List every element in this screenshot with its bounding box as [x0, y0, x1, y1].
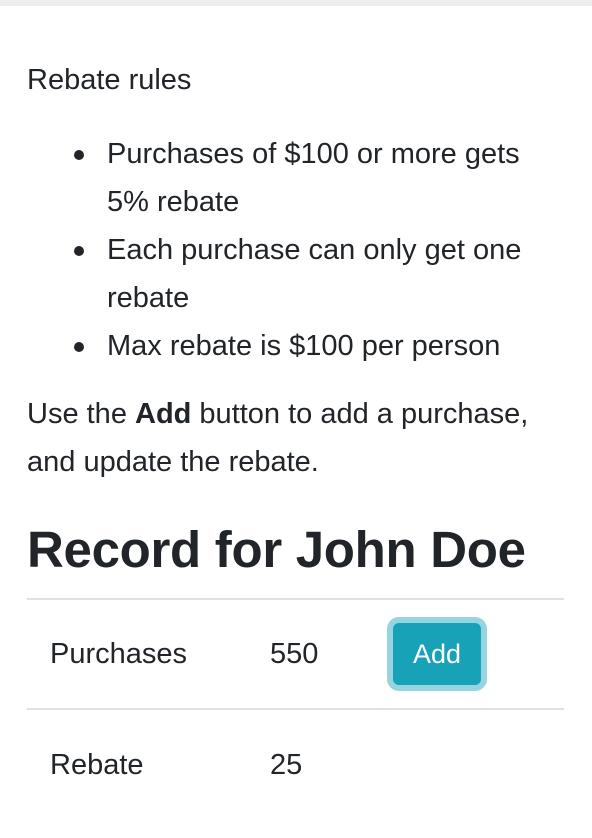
bullet-icon — [74, 150, 84, 160]
top-strip — [0, 0, 592, 6]
main-content: Rebate rules Purchases of $100 or more g… — [27, 58, 564, 820]
instruction-text: Use the Add button to add a purchase, an… — [27, 390, 564, 486]
bullet-icon — [74, 246, 84, 256]
rules-title: Rebate rules — [27, 64, 192, 96]
rule-text: Purchases of $100 or more gets 5% rebate — [107, 138, 520, 218]
rebate-label: Rebate — [50, 748, 144, 781]
purchases-row: Purchases 550 Add — [27, 600, 564, 710]
rule-item: Purchases of $100 or more gets 5% rebate — [74, 130, 564, 226]
rule-text: Each purchase can only get one rebate — [107, 234, 522, 314]
rule-item: Max rebate is $100 per person — [74, 322, 564, 370]
add-button[interactable]: Add — [393, 623, 481, 685]
rules-list: Purchases of $100 or more gets 5% rebate… — [27, 130, 564, 370]
purchases-label: Purchases — [50, 637, 188, 670]
rebate-row: Rebate 25 — [27, 710, 564, 820]
instruction-bold: Add — [135, 398, 192, 430]
record-table: Purchases 550 Add Rebate 25 — [27, 598, 564, 820]
instruction-prefix: Use the — [27, 398, 135, 430]
rebate-value: 25 — [270, 748, 303, 781]
record-heading: Record for John Doe — [27, 521, 526, 578]
purchases-value: 550 — [270, 637, 319, 670]
bullet-icon — [74, 342, 84, 352]
rule-item: Each purchase can only get one rebate — [74, 226, 564, 322]
rule-text: Max rebate is $100 per person — [107, 330, 501, 362]
